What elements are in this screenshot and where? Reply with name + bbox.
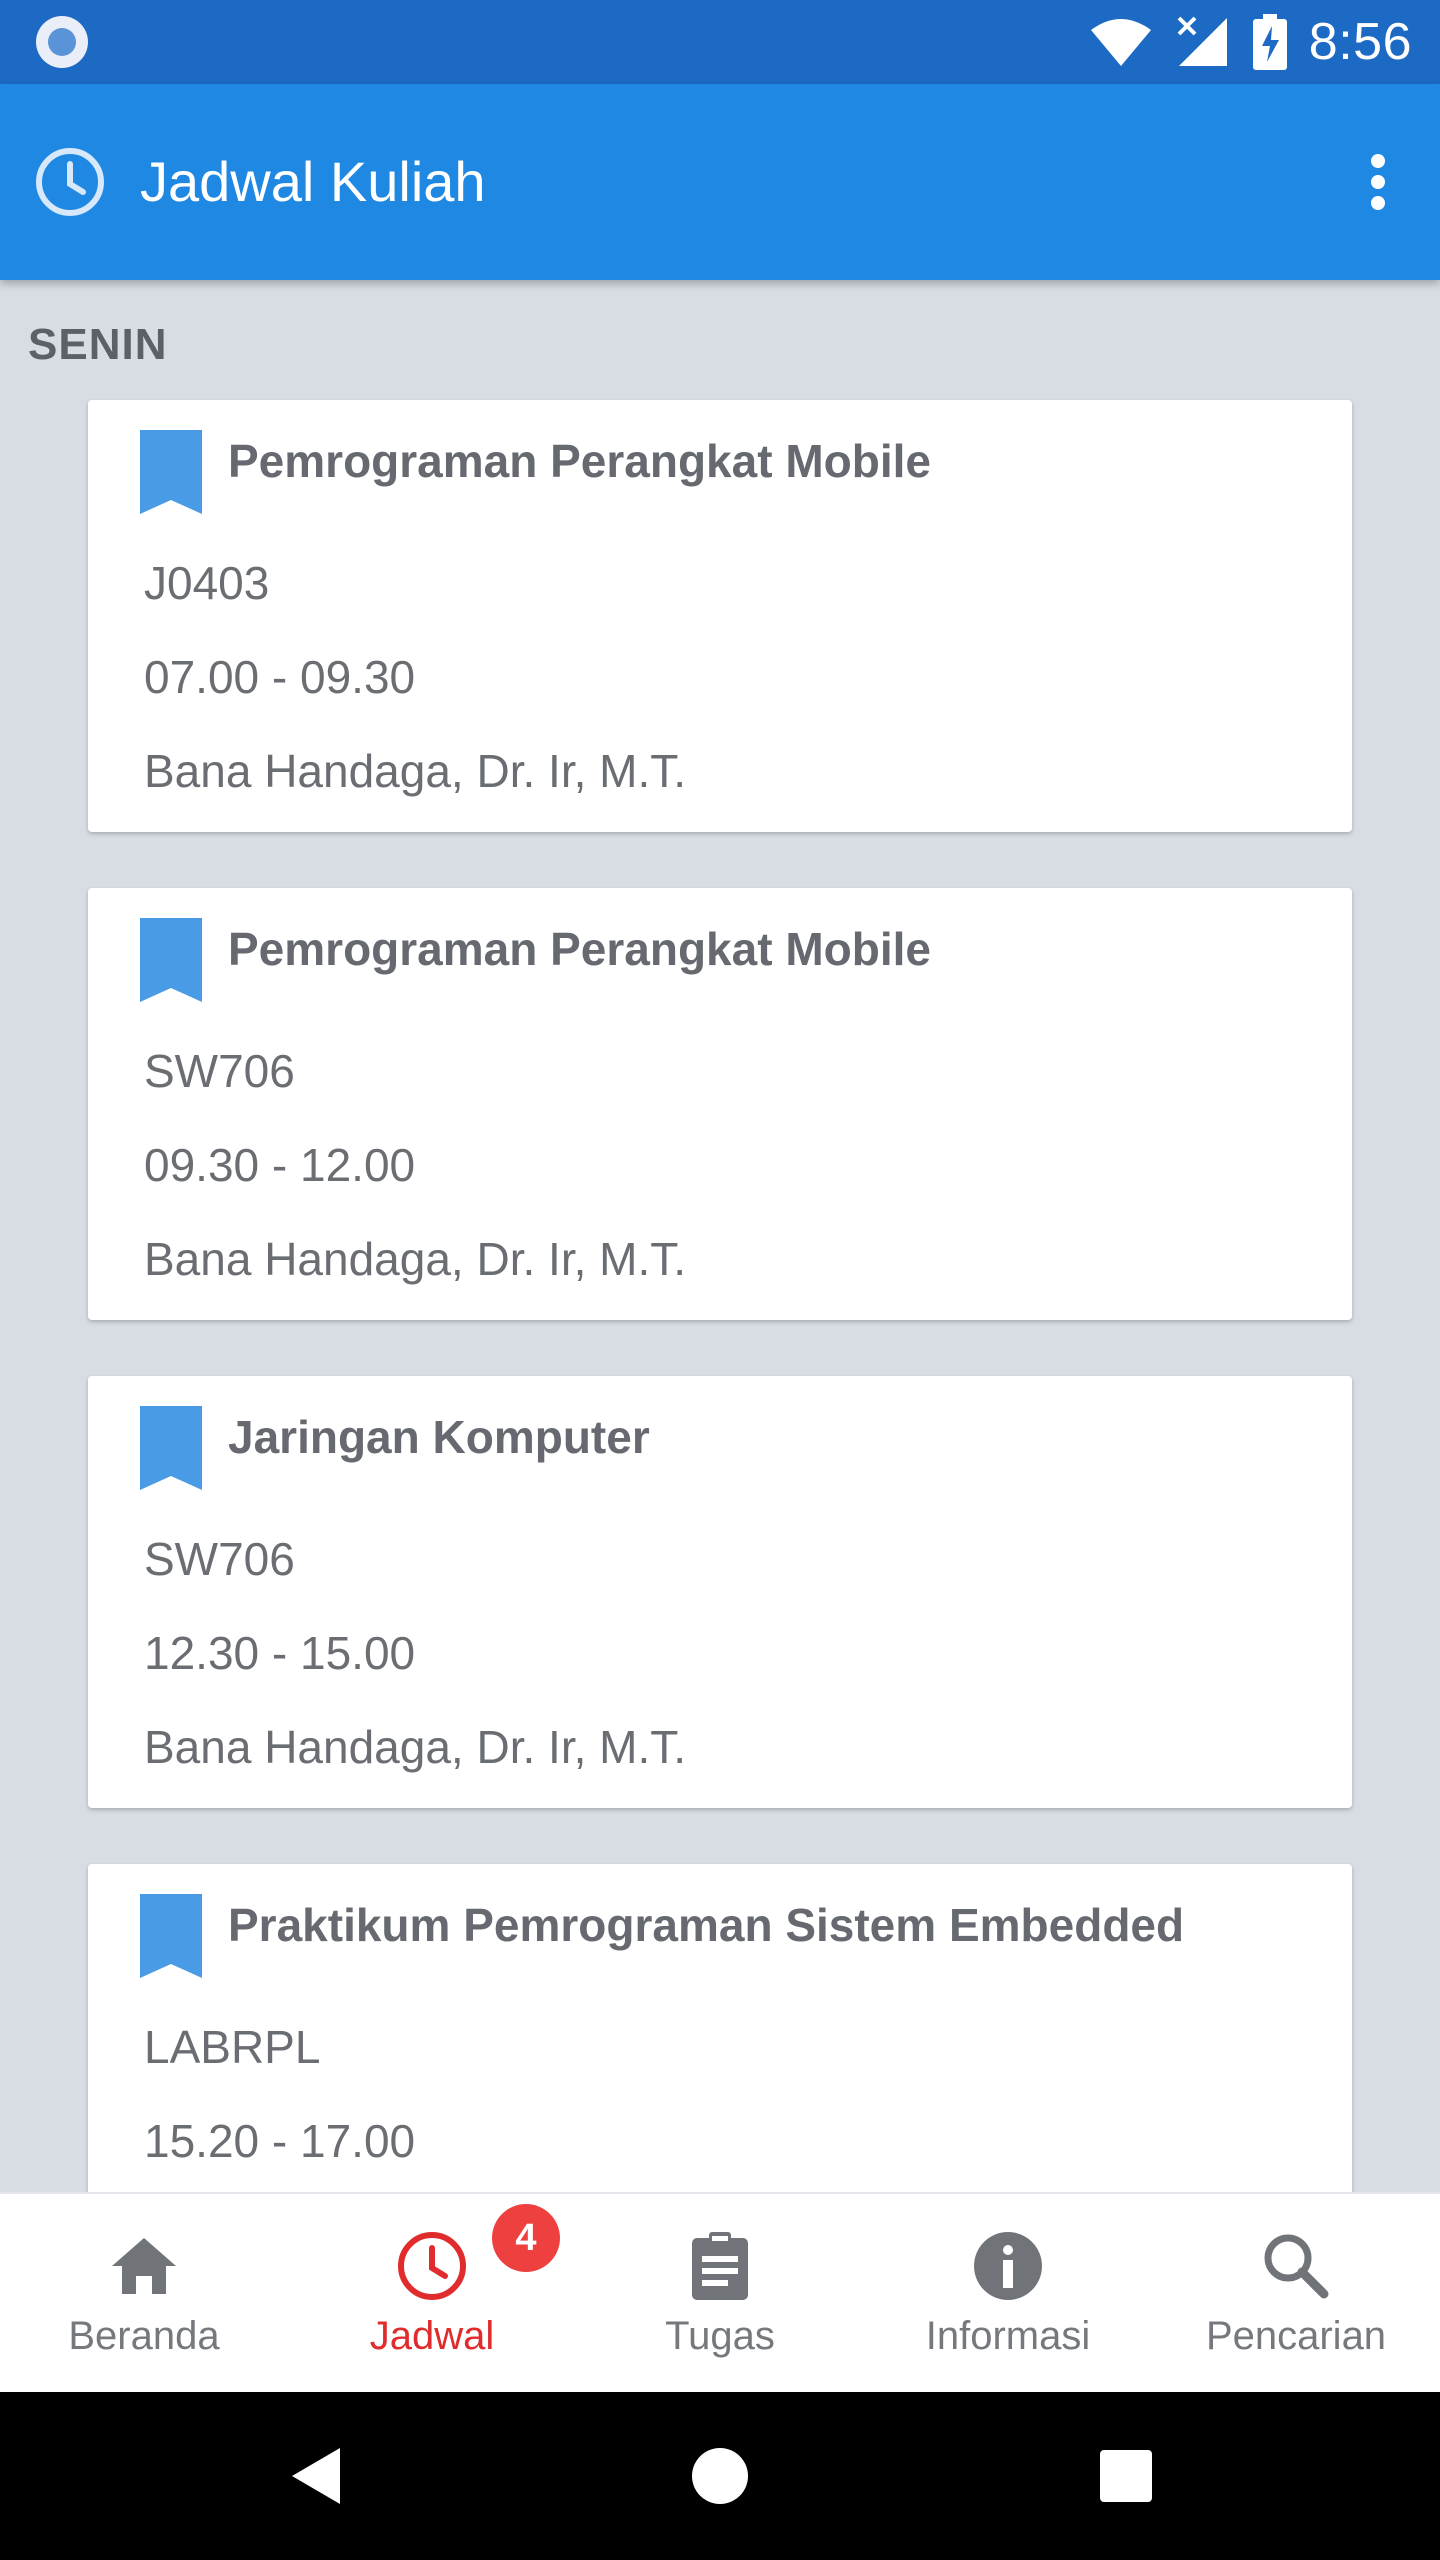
overflow-menu-icon bbox=[1371, 154, 1385, 168]
system-navigation-bar bbox=[0, 2392, 1440, 2560]
course-time: 15.20 - 17.00 bbox=[144, 2115, 416, 2167]
nav-label: Pencarian bbox=[1205, 2314, 1387, 2358]
course-card[interactable]: Praktikum Pemrograman Sistem Embedded LA… bbox=[88, 1864, 1352, 2192]
home-icon bbox=[106, 2228, 182, 2304]
nav-item-pencarian[interactable]: Pencarian bbox=[1152, 2194, 1440, 2392]
app-notification-icon bbox=[36, 16, 88, 68]
clock-icon bbox=[36, 148, 104, 216]
nav-label: Informasi bbox=[925, 2314, 1091, 2358]
back-button[interactable] bbox=[276, 2436, 356, 2516]
nav-label: Jadwal bbox=[369, 2314, 495, 2358]
day-header: SENIN bbox=[28, 320, 168, 369]
bottom-navigation: Beranda Jadwal 4 Tugas Informasi Pencari… bbox=[0, 2192, 1440, 2392]
course-lecturer: Bana Handaga, Dr. Ir, M.T. bbox=[144, 745, 687, 797]
wifi-icon bbox=[1090, 19, 1151, 66]
cellular-signal-icon bbox=[1177, 16, 1227, 66]
course-lecturer: Bana Handaga, Dr. Ir, M.T. bbox=[144, 1721, 687, 1773]
status-icons: 8:56 bbox=[1089, 0, 1412, 84]
home-button[interactable] bbox=[680, 2436, 760, 2516]
nav-item-informasi[interactable]: Informasi bbox=[864, 2194, 1152, 2392]
home-circle-icon bbox=[692, 2448, 748, 2504]
bookmark-icon bbox=[140, 918, 202, 1002]
back-icon bbox=[292, 2448, 340, 2504]
course-time: 09.30 - 12.00 bbox=[144, 1139, 416, 1191]
overflow-menu-button[interactable] bbox=[1356, 150, 1400, 214]
notification-badge: 4 bbox=[492, 2204, 560, 2272]
course-title: Praktikum Pemrograman Sistem Embedded bbox=[228, 1899, 1185, 1951]
course-card[interactable]: Pemrograman Perangkat Mobile SW706 09.30… bbox=[88, 888, 1352, 1320]
status-time: 8:56 bbox=[1308, 13, 1412, 71]
nav-label: Beranda bbox=[68, 2314, 220, 2358]
clock-icon bbox=[394, 2228, 470, 2304]
nav-item-jadwal[interactable]: Jadwal 4 bbox=[288, 2194, 576, 2392]
clipboard-icon bbox=[682, 2228, 758, 2304]
course-room: SW706 bbox=[144, 1045, 295, 1097]
recents-icon bbox=[1100, 2450, 1152, 2502]
course-room: SW706 bbox=[144, 1533, 295, 1585]
course-time: 12.30 - 15.00 bbox=[144, 1627, 416, 1679]
bookmark-icon bbox=[140, 430, 202, 514]
bookmark-icon bbox=[140, 1406, 202, 1490]
recents-button[interactable] bbox=[1086, 2436, 1166, 2516]
bookmark-icon bbox=[140, 1894, 202, 1978]
status-bar: 8:56 bbox=[0, 0, 1440, 84]
nav-label: Tugas bbox=[665, 2314, 775, 2358]
info-icon bbox=[970, 2228, 1046, 2304]
page-title: Jadwal Kuliah bbox=[140, 150, 486, 213]
course-card[interactable]: Jaringan Komputer SW706 12.30 - 15.00 Ba… bbox=[88, 1376, 1352, 1808]
battery-charging-icon bbox=[1252, 14, 1287, 70]
course-lecturer: Bana Handaga, Dr. Ir, M.T. bbox=[144, 1233, 687, 1285]
search-icon bbox=[1258, 2228, 1334, 2304]
course-card[interactable]: Pemrograman Perangkat Mobile J0403 07.00… bbox=[88, 400, 1352, 832]
course-title: Pemrograman Perangkat Mobile bbox=[228, 923, 931, 975]
nav-item-beranda[interactable]: Beranda bbox=[0, 2194, 288, 2392]
course-title: Pemrograman Perangkat Mobile bbox=[228, 435, 931, 487]
course-time: 07.00 - 09.30 bbox=[144, 651, 416, 703]
schedule-list[interactable]: SENIN Pemrograman Perangkat Mobile J0403… bbox=[0, 280, 1440, 2192]
course-title: Jaringan Komputer bbox=[228, 1411, 650, 1463]
app-bar: Jadwal Kuliah bbox=[0, 84, 1440, 280]
nav-item-tugas[interactable]: Tugas bbox=[576, 2194, 864, 2392]
course-room: J0403 bbox=[144, 557, 270, 609]
course-room: LABRPL bbox=[144, 2021, 321, 2073]
